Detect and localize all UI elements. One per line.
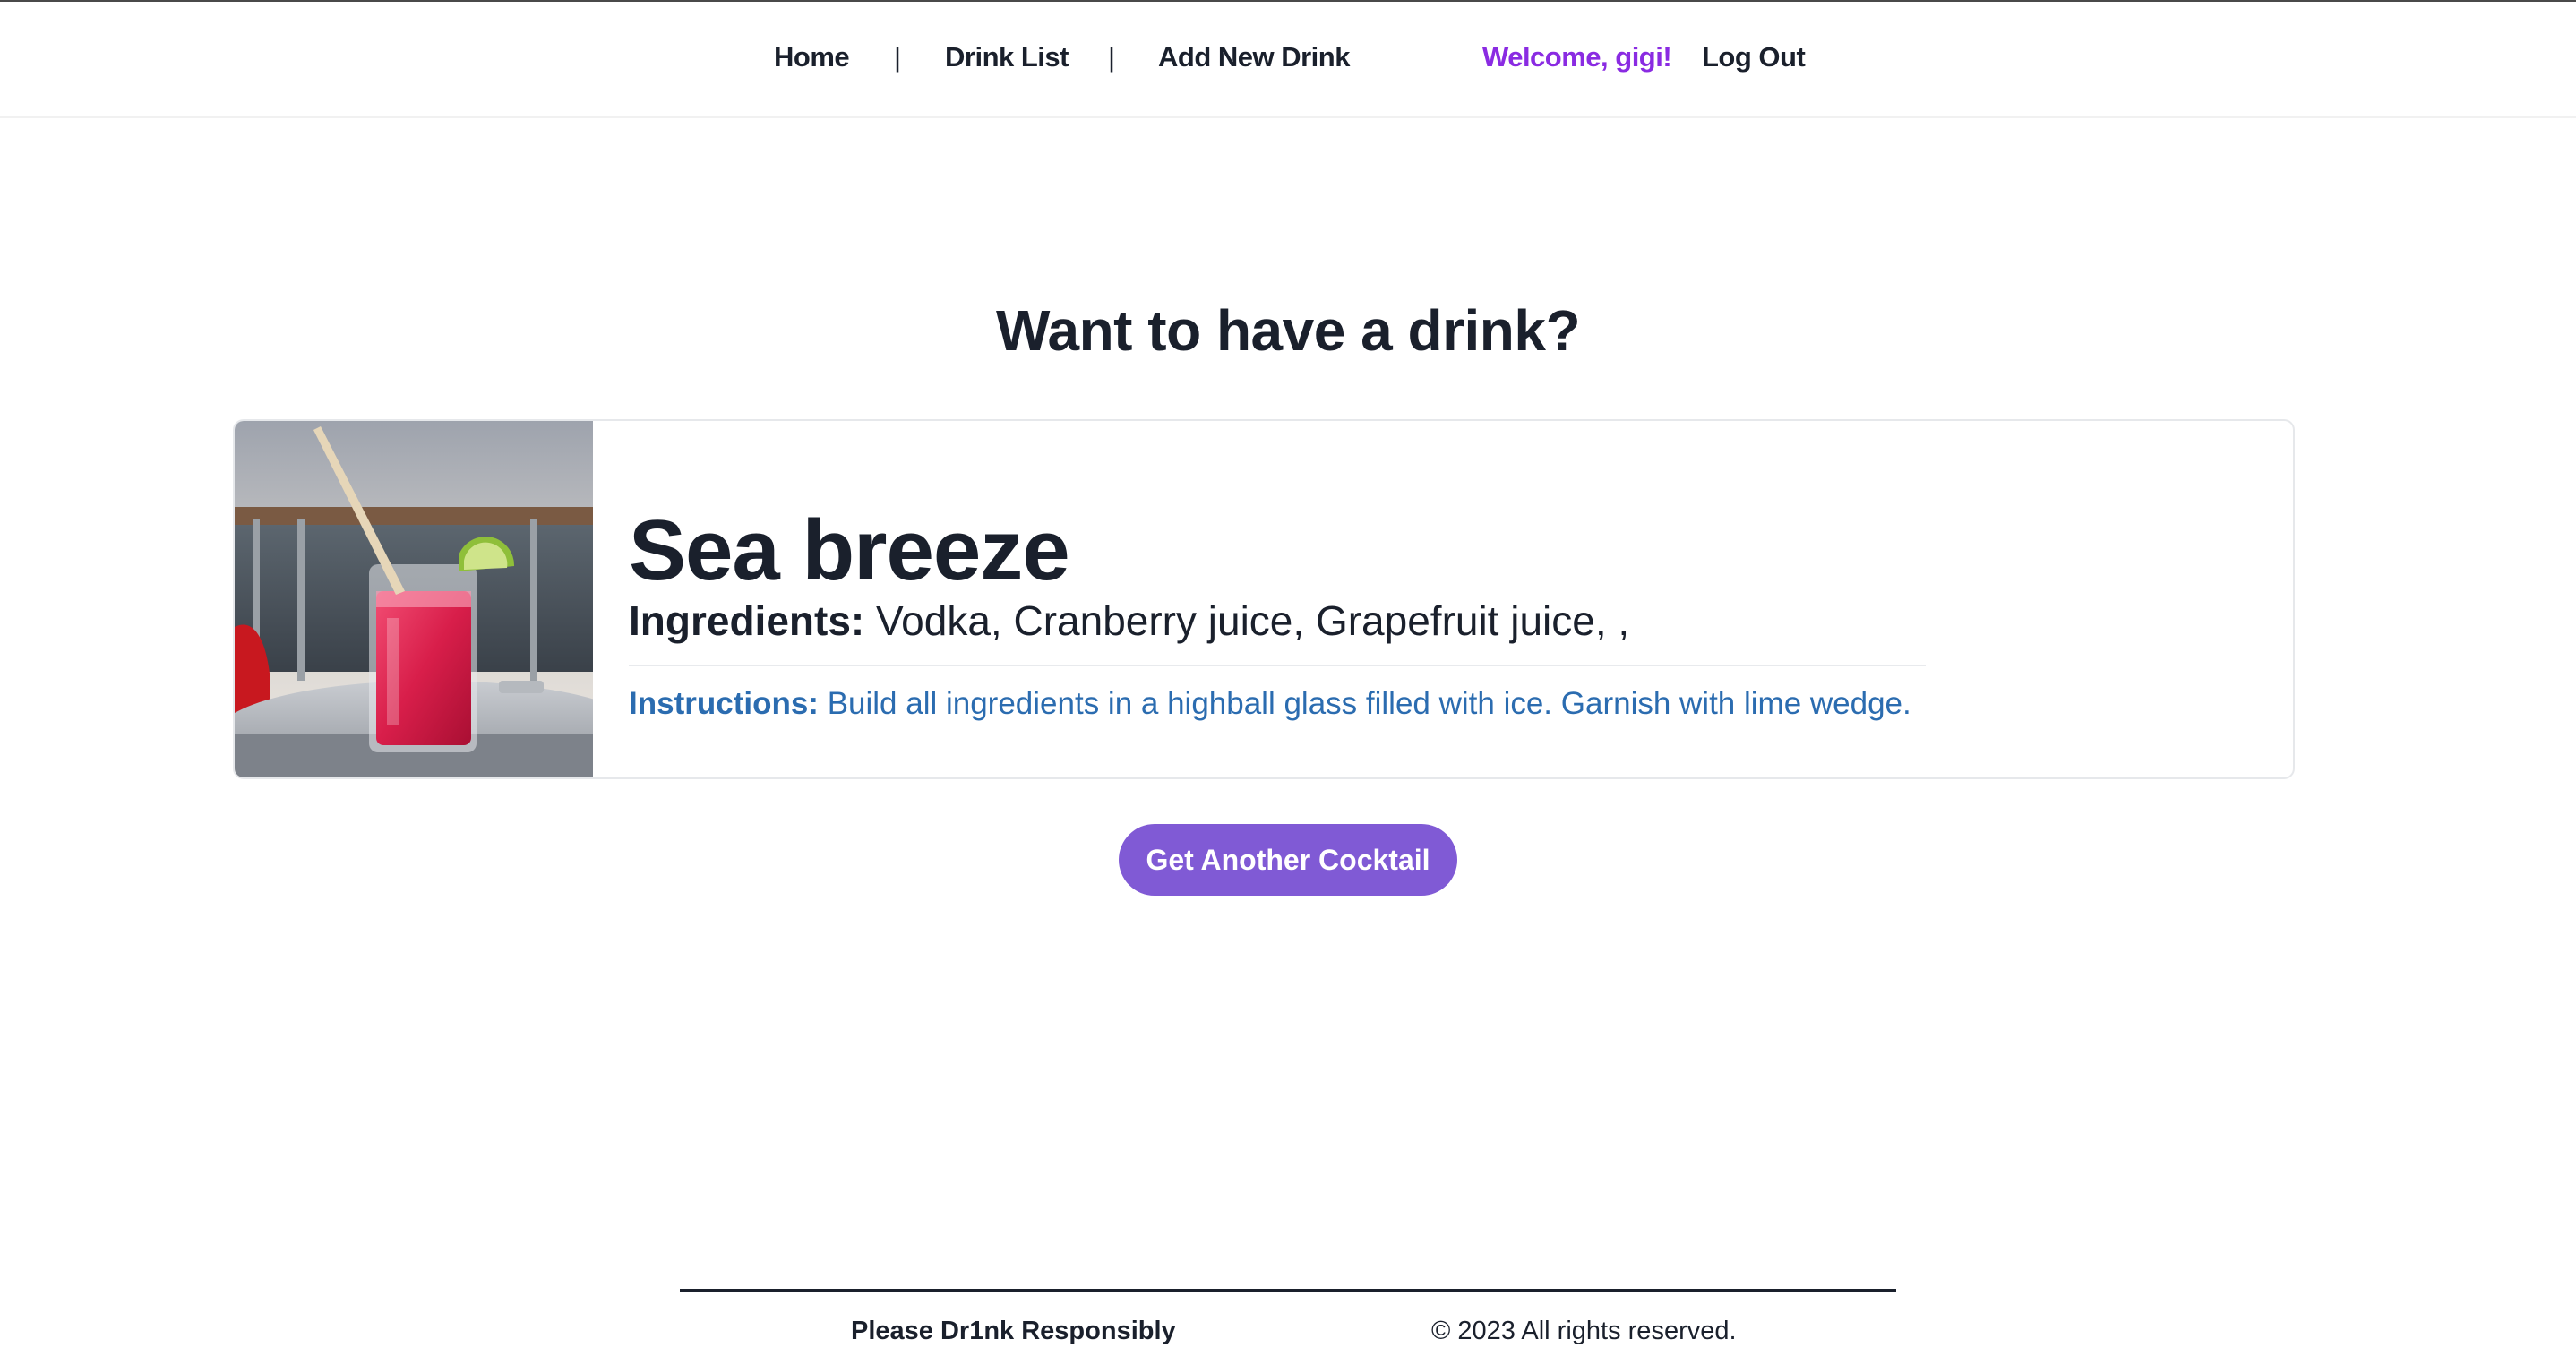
instructions-value: Build all ingredients in a highball glas… bbox=[827, 686, 1911, 721]
footer-copyright: © 2023 All rights reserved. bbox=[1431, 1317, 1737, 1345]
drink-details: Sea breeze Ingredients: Vodka, Cranberry… bbox=[629, 421, 1936, 777]
nav-add-new-drink-link[interactable]: Add New Drink bbox=[1158, 41, 1350, 73]
card-divider bbox=[629, 665, 1926, 666]
instructions-label: Instructions: bbox=[629, 686, 819, 721]
nav-logout-link[interactable]: Log Out bbox=[1702, 41, 1806, 73]
top-nav: Home | Drink List | Add New Drink Welcom… bbox=[0, 2, 2576, 118]
nav-separator: | bbox=[1108, 41, 1116, 73]
ingredients-value: Vodka, Cranberry juice, Grapefruit juice… bbox=[876, 597, 1630, 644]
drink-name: Sea breeze bbox=[629, 502, 1070, 598]
ingredients-label: Ingredients: bbox=[629, 597, 865, 644]
ingredients-line: Ingredients: Vodka, Cranberry juice, Gra… bbox=[629, 597, 1629, 645]
nav-drink-list-link[interactable]: Drink List bbox=[945, 41, 1069, 73]
page-title: Want to have a drink? bbox=[995, 298, 1581, 363]
drink-photo bbox=[235, 421, 593, 777]
welcome-message: Welcome, gigi! bbox=[1482, 41, 1672, 73]
footer-divider bbox=[680, 1289, 1896, 1292]
footer-tagline: Please Dr1nk Responsibly bbox=[851, 1317, 1176, 1345]
get-another-cocktail-button[interactable]: Get Another Cocktail bbox=[1119, 824, 1457, 896]
drink-card: Sea breeze Ingredients: Vodka, Cranberry… bbox=[233, 419, 2295, 779]
nav-home-link[interactable]: Home bbox=[774, 41, 850, 73]
page: Home | Drink List | Add New Drink Welcom… bbox=[0, 0, 2576, 1365]
instructions-line: Instructions: Build all ingredients in a… bbox=[629, 686, 1911, 722]
nav-separator: | bbox=[894, 41, 902, 73]
